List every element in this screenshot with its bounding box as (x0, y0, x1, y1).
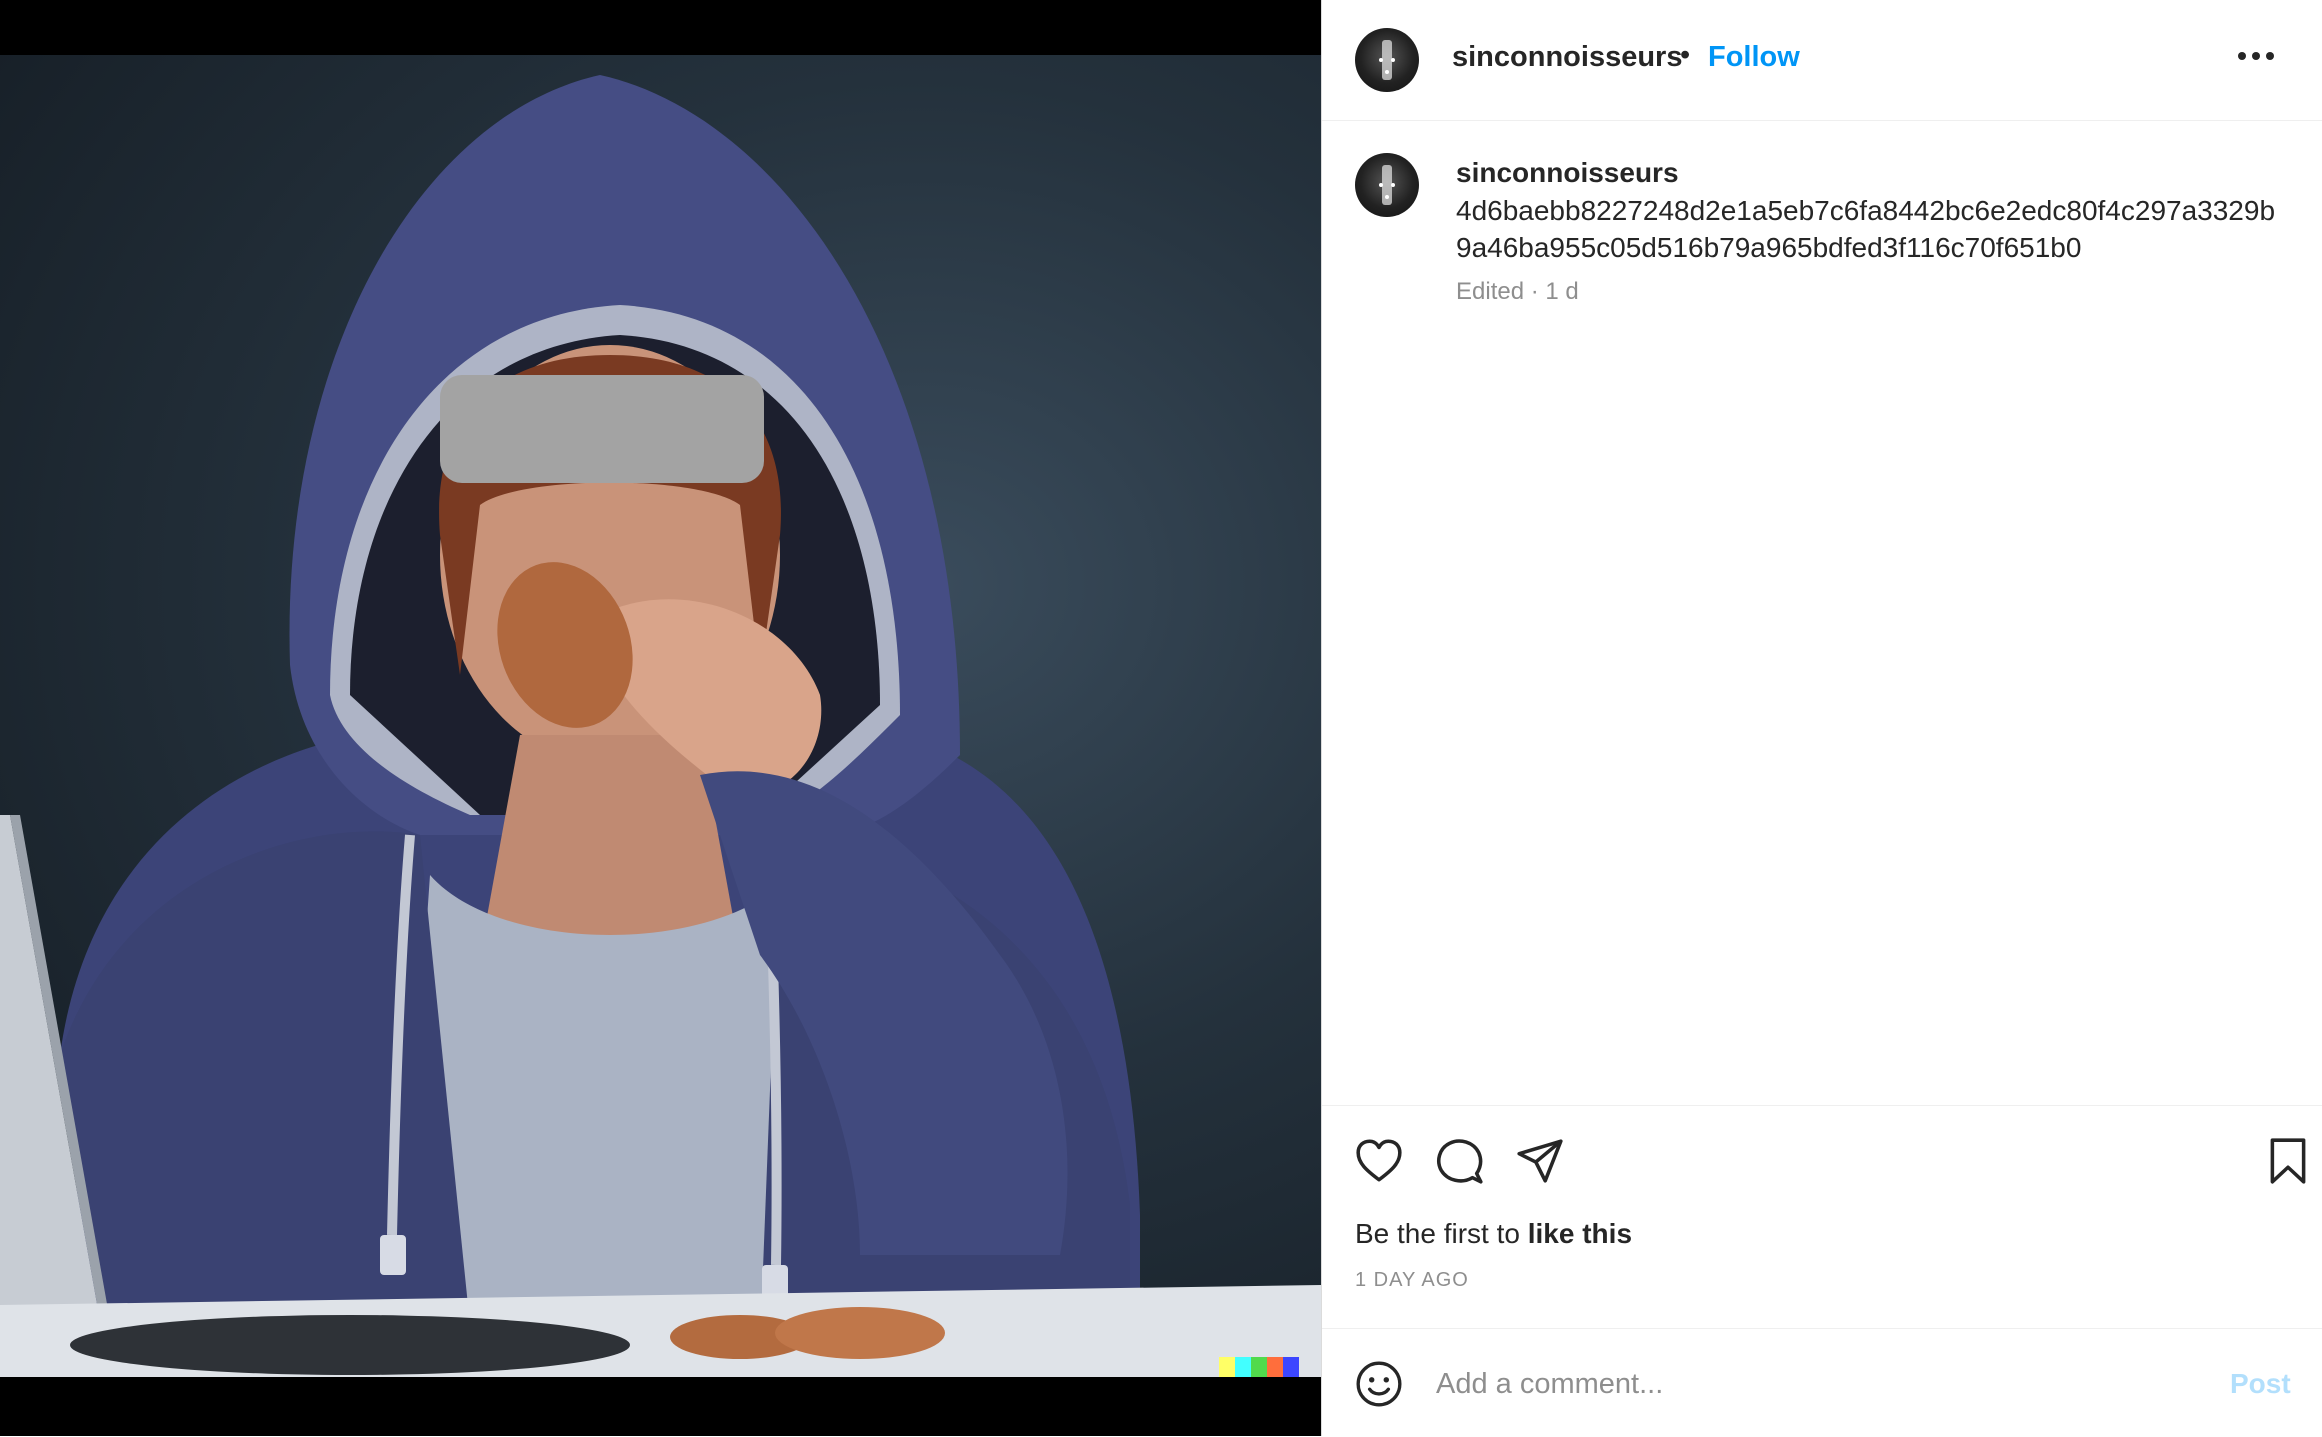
action-bar: Be the first to like this 1 DAY AGO (1322, 1105, 2322, 1331)
paper-plane-icon[interactable] (1515, 1136, 1565, 1191)
post-image-illustration (0, 75, 1321, 1377)
smiley-icon[interactable] (1354, 1359, 1404, 1414)
post-image[interactable] (0, 55, 1321, 1377)
author-avatar[interactable] (1355, 28, 1419, 92)
caption-edited-time: Edited · 1 d (1456, 278, 1579, 305)
post-details-pane: sinconnoisseurs • Follow sinconnoisseurs… (1321, 0, 2322, 1436)
follow-button[interactable]: Follow (1708, 41, 1800, 74)
post-comment-button[interactable]: Post (2230, 1368, 2291, 1400)
author-username[interactable]: sinconnoisseurs (1452, 41, 1682, 74)
caption-avatar[interactable] (1355, 153, 1419, 217)
post-modal: sinconnoisseurs • Follow sinconnoisseurs… (0, 0, 2322, 1436)
like-this-link[interactable]: like this (1528, 1218, 1632, 1249)
bookmark-icon[interactable] (2266, 1136, 2310, 1191)
likes-summary: Be the first to like this (1355, 1218, 1632, 1250)
caption-text: 4d6baebb8227248d2e1a5eb7c6fa8442bc6e2edc… (1456, 195, 2276, 263)
header-separator: • (1680, 39, 1691, 71)
comment-bubble-icon[interactable] (1435, 1136, 1485, 1191)
post-timestamp[interactable]: 1 DAY AGO (1355, 1269, 1469, 1292)
more-options-icon[interactable] (2234, 46, 2278, 66)
post-header: sinconnoisseurs • Follow (1322, 0, 2322, 121)
heart-icon[interactable] (1354, 1136, 1404, 1191)
caption-username[interactable]: sinconnoisseurs (1456, 157, 1679, 189)
likes-prefix: Be the first to (1355, 1218, 1528, 1249)
comment-input[interactable] (1434, 1359, 2198, 1409)
comment-composer: Post (1322, 1328, 2322, 1437)
post-media-pane (0, 0, 1321, 1436)
